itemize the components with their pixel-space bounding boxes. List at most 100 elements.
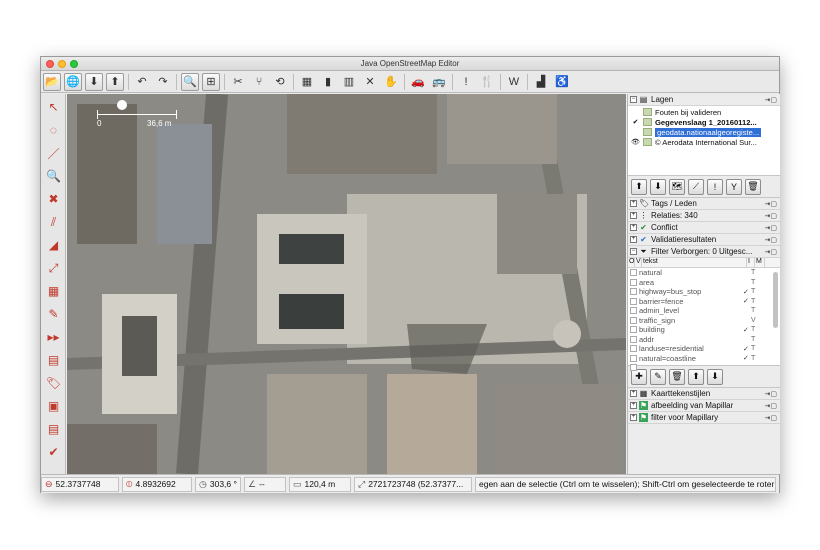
filter-enable-checkbox[interactable] xyxy=(630,316,637,324)
dock-icon[interactable]: ⇥▢ xyxy=(765,402,777,410)
dock-icon[interactable]: ⇥▢ xyxy=(765,414,777,422)
dock-icon[interactable]: ⇥▢ xyxy=(765,248,777,256)
relations-panel-header[interactable]: + ⋮ Relaties: 340 ⇥▢ xyxy=(628,210,780,222)
close-window-button[interactable] xyxy=(46,60,54,68)
filter-column-header[interactable]: I xyxy=(747,258,755,267)
upload-button[interactable]: ⬆ xyxy=(106,72,124,91)
layer-visibility-icon[interactable]: ✔ xyxy=(631,118,640,126)
filter-row[interactable]: natural=coastline ✓ T xyxy=(628,354,780,364)
lasso-tool-button[interactable]: ◌ xyxy=(43,120,64,140)
expand-toggle[interactable]: + xyxy=(630,212,637,219)
expand-toggle[interactable]: + xyxy=(630,390,637,397)
filter-panel-header[interactable]: − ⏷ Filter Verborgen: 0 Uitgesc... ⇥▢ xyxy=(628,246,780,258)
preferences-button[interactable]: 🔍 xyxy=(181,72,199,91)
filter-inverted-check[interactable]: ✓ xyxy=(743,326,751,334)
filter-enable-checkbox[interactable] xyxy=(630,297,637,305)
layer-action-button[interactable]: 🗺 xyxy=(669,178,685,195)
dock-icon[interactable]: ⇥▢ xyxy=(765,390,777,398)
filter-inverted-check[interactable]: ✓ xyxy=(743,288,751,296)
split-way-button[interactable]: ✂ xyxy=(229,73,247,91)
layer-visibility-icon[interactable]: 👁 xyxy=(631,138,640,146)
open-file-button[interactable]: 📂 xyxy=(43,72,61,91)
filter-inverted-check[interactable]: ✓ xyxy=(743,354,751,362)
layers-toggle-button[interactable]: ▤ xyxy=(43,350,64,370)
minimize-window-button[interactable] xyxy=(58,60,66,68)
layer-action-button[interactable]: Y xyxy=(726,178,742,195)
undo-button[interactable]: ↶ xyxy=(133,73,151,91)
history-toggle-button[interactable]: ▣ xyxy=(43,396,64,416)
building-tool-button[interactable]: ▦ xyxy=(43,281,64,301)
zoom-tool-button[interactable]: 🔍 xyxy=(43,166,64,186)
combine-way-button[interactable]: ⑂ xyxy=(250,73,268,91)
hiking-button[interactable]: ✕ xyxy=(361,73,379,91)
expand-toggle[interactable]: + xyxy=(630,200,637,207)
mapillary-image-panel-header[interactable]: + ⚑ afbeelding van Mapillar ⇥▢ xyxy=(628,400,780,412)
filter-row[interactable]: natural T xyxy=(628,268,780,278)
expand-toggle[interactable]: + xyxy=(630,224,637,231)
expand-toggle[interactable]: + xyxy=(630,402,637,409)
dock-icon[interactable]: ⇥▢ xyxy=(765,96,777,104)
layer-row[interactable]: Fouten bij valideren xyxy=(628,107,780,117)
filter-enable-checkbox[interactable] xyxy=(630,307,637,315)
improve-way-button[interactable]: ⤢ xyxy=(43,258,64,278)
factory-button[interactable]: ▟ xyxy=(532,73,550,91)
tags-panel-header[interactable]: + 🏷 Tags / Leden ⇥▢ xyxy=(628,198,780,210)
expand-toggle[interactable]: + xyxy=(630,414,637,421)
dock-icon[interactable]: ⇥▢ xyxy=(765,200,777,208)
align-button[interactable]: ▦ xyxy=(298,73,316,91)
delete-tool-button[interactable]: ✖ xyxy=(43,189,64,209)
filter-enable-checkbox[interactable] xyxy=(630,354,637,362)
open-location-button[interactable]: 🌐 xyxy=(64,72,82,91)
shop-button[interactable]: W xyxy=(505,73,523,91)
filter-enable-checkbox[interactable] xyxy=(630,278,637,286)
filter-enable-checkbox[interactable] xyxy=(630,335,637,343)
filter-enable-checkbox[interactable] xyxy=(630,345,637,353)
warning-button[interactable]: ! xyxy=(457,73,475,91)
filter-row[interactable]: building ✓ T xyxy=(628,325,780,335)
filter-row[interactable]: highway=bus_stop ✓ T xyxy=(628,287,780,297)
draw-tool-button[interactable]: ／ xyxy=(43,143,64,163)
conflict-panel-header[interactable]: + ✔ Conflict ⇥▢ xyxy=(628,222,780,234)
layer-action-button[interactable]: ⟋ xyxy=(688,178,704,195)
accessibility-button[interactable]: ♿ xyxy=(553,73,571,91)
layer-row[interactable]: ✔ Gegevenslaag 1_20160112... xyxy=(628,117,780,127)
filter-enable-checkbox[interactable] xyxy=(630,364,637,372)
layer-action-button[interactable]: 🗑 xyxy=(745,178,761,195)
zoom-window-button[interactable] xyxy=(70,60,78,68)
hand-button[interactable]: ✋ xyxy=(382,73,400,91)
filter-inverted-check[interactable]: ✓ xyxy=(743,297,751,305)
save-button[interactable]: ⬇ xyxy=(85,72,103,91)
dock-icon[interactable]: ⇥▢ xyxy=(765,224,777,232)
dock-icon[interactable]: ⇥▢ xyxy=(765,212,777,220)
parallel-tool-button[interactable]: ⫽ xyxy=(43,212,64,232)
layer-action-button[interactable]: ! xyxy=(707,178,723,195)
car-button[interactable]: 🚗 xyxy=(409,73,427,91)
filter-column-header[interactable]: tekst xyxy=(642,258,747,267)
filter-enable-checkbox[interactable] xyxy=(630,269,637,277)
layer-action-button[interactable]: ⬇ xyxy=(650,178,666,195)
filter-column-header[interactable]: O xyxy=(628,258,635,267)
reverse-way-button[interactable]: ⟲ xyxy=(271,73,289,91)
tag-toggle-button[interactable]: 🏷 xyxy=(43,373,64,393)
layer-row[interactable]: geodata.nationaalgeoregiste... xyxy=(628,127,780,137)
filter-row[interactable]: area T xyxy=(628,278,780,288)
collapse-toggle[interactable]: − xyxy=(630,248,637,255)
collapse-toggle[interactable]: − xyxy=(630,96,637,103)
zoom-fit-button[interactable]: ⊞ xyxy=(202,72,220,91)
layers-panel-header[interactable]: − ▤ Lagen ⇥▢ xyxy=(628,94,780,106)
layer-row[interactable]: 👁 © Aerodata International Sur... xyxy=(628,137,780,147)
bus-button[interactable]: 🚌 xyxy=(430,73,448,91)
filter-row[interactable]: traffic_sign V xyxy=(628,316,780,326)
filter-column-header[interactable]: V xyxy=(635,258,642,267)
filter-row[interactable]: barrier=fence ✓ T xyxy=(628,297,780,307)
filter-scrollbar[interactable] xyxy=(773,272,778,328)
mapillary-filter-panel-header[interactable]: + ⚑ filter voor Mapillary ⇥▢ xyxy=(628,412,780,424)
validation-panel-header[interactable]: + ✔ Validatieresultaten ⇥▢ xyxy=(628,234,780,246)
mapstyles-panel-header[interactable]: + ▦ Kaarttekenstijlen ⇥▢ xyxy=(628,388,780,400)
validator-toggle-button[interactable]: ✔ xyxy=(43,442,64,462)
building-button[interactable]: ▮ xyxy=(319,73,337,91)
more-tools-button[interactable]: ▸▸ xyxy=(43,327,64,347)
select-tool-button[interactable]: ↖ xyxy=(43,97,64,117)
expand-toggle[interactable]: + xyxy=(630,236,637,243)
filter-row[interactable]: ... xyxy=(628,363,780,373)
